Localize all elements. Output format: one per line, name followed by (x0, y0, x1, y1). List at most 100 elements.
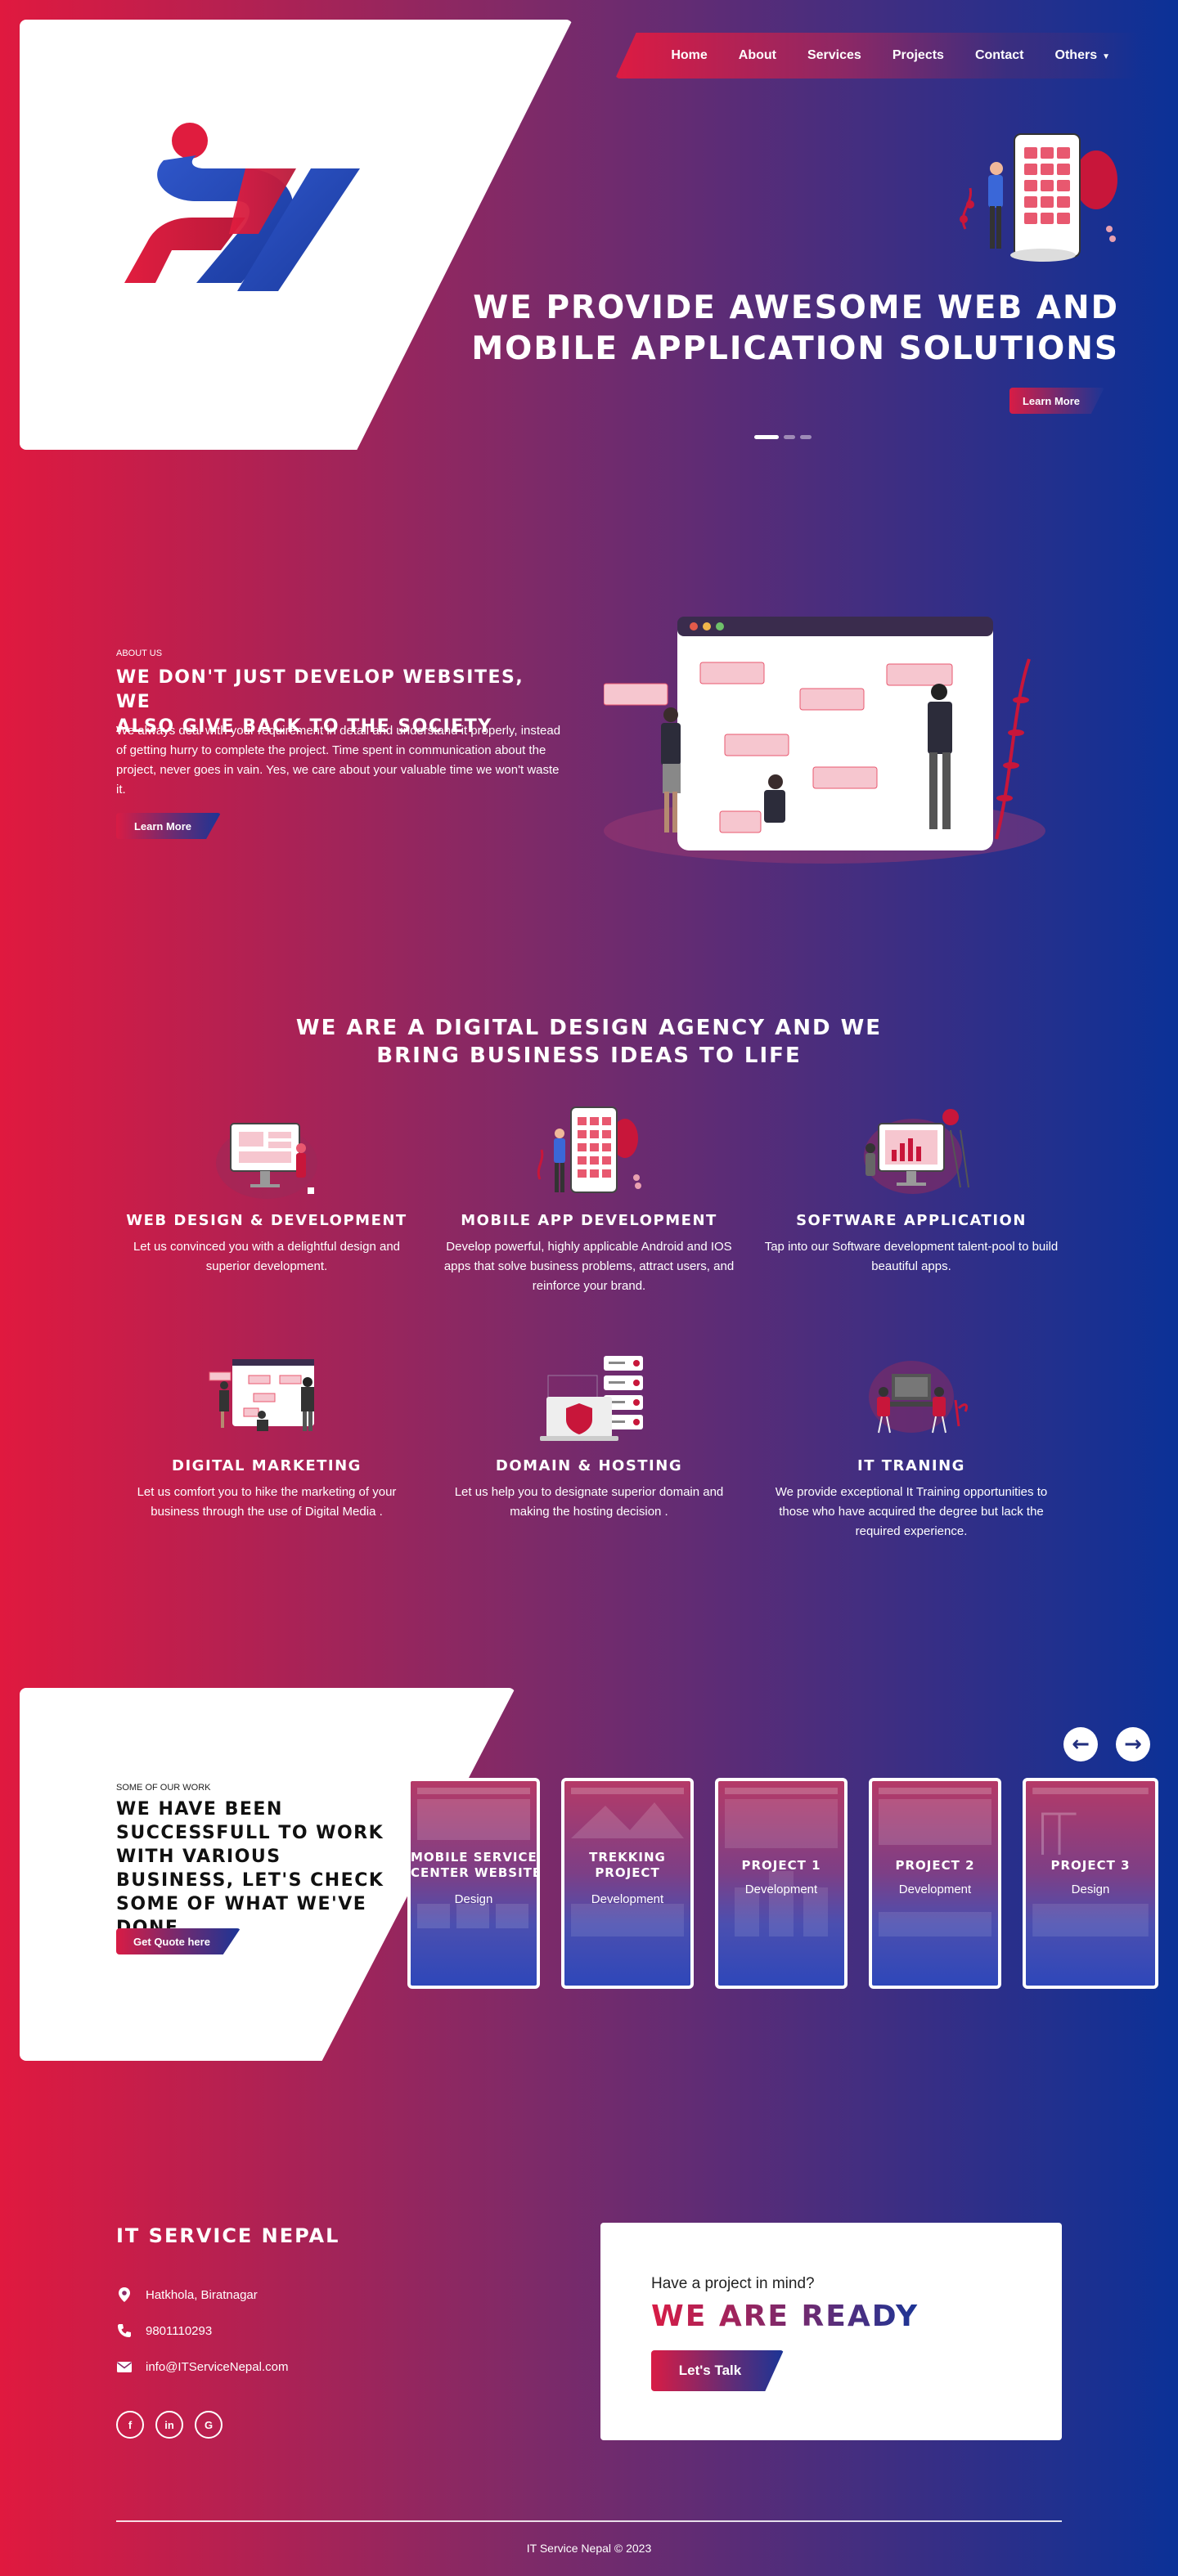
linkedin-icon[interactable]: in (155, 2411, 183, 2439)
marketing-illustration (209, 1359, 314, 1431)
footer-divider (116, 2520, 1062, 2522)
arrow-left-icon[interactable]: ← (1063, 1727, 1098, 1761)
nav-about[interactable]: About (723, 48, 792, 63)
project-title-line1: PROJECT 2 (895, 1858, 975, 1873)
hero-learn-more-button[interactable]: Learn More (1009, 388, 1104, 414)
project-card-trekking[interactable]: TREKKING PROJECT Development (561, 1778, 694, 1989)
project-card-mobile-service[interactable]: MOBILE SERVICE CENTER WEBSITE Design (407, 1778, 540, 1989)
company-logo[interactable] (115, 119, 368, 291)
project-title: TREKKING PROJECT (564, 1850, 690, 1881)
project-title-line1: MOBILE SERVICE (411, 1850, 537, 1865)
about-title-line1: WE DON'T JUST DEVELOP WEBSITES, WE (116, 667, 524, 712)
footer-company-name: IT SERVICE NEPAL (116, 2224, 340, 2247)
google-icon[interactable]: G (195, 2411, 223, 2439)
project-title: PROJECT 2 (872, 1858, 998, 1874)
footer-email-text: info@ITServiceNepal.com (146, 2359, 289, 2374)
about-learn-more-button[interactable]: Learn More (116, 813, 221, 839)
services-title-line1: WE ARE A DIGITAL DESIGN AGENCY AND WE (295, 1016, 883, 1040)
phone-icon (118, 2324, 131, 2337)
get-quote-button[interactable]: Get Quote here (116, 1928, 241, 1954)
service-it-training-title: IT TRANING (857, 1457, 965, 1474)
service-web-design-title: WEB DESIGN & DEVELOPMENT (126, 1212, 407, 1229)
project-title: PROJECT 1 (718, 1858, 844, 1874)
service-software-application-desc: Tap into our Software development talent… (764, 1240, 1059, 1273)
main-navigation: Home About Services Projects Contact Oth… (615, 33, 1139, 79)
work-eyebrow: SOME OF OUR WORK (116, 1783, 211, 1793)
nav-home[interactable]: Home (655, 48, 722, 63)
hero-carousel-indicators (754, 435, 812, 439)
service-domain-hosting-desc: Let us help you to designate superior do… (454, 1485, 724, 1519)
project-category: Development (744, 1883, 818, 1896)
service-domain-hosting-title: DOMAIN & HOSTING (495, 1457, 683, 1474)
footer-address-text: Hatkhola, Biratnagar (146, 2287, 258, 2302)
project-title: MOBILE SERVICE CENTER WEBSITE (411, 1850, 537, 1881)
service-it-training: IT TRANING We provide exceptional It Tra… (756, 1351, 1067, 1542)
project-category: Design (1071, 1883, 1110, 1896)
mobile-illustration (537, 1106, 641, 1193)
project-card-3[interactable]: PROJECT 3 Design (1023, 1778, 1158, 1989)
services-title-line2: BRING BUSINESS IDEAS TO LIFE (376, 1043, 802, 1068)
nav-others-label: Others (1054, 48, 1098, 62)
social-links: f in G (116, 2411, 223, 2439)
facebook-icon[interactable]: f (116, 2411, 144, 2439)
project-title-line1: PROJECT 1 (741, 1858, 821, 1873)
software-illustration (864, 1109, 969, 1194)
cta-card: Have a project in mind? WE ARE READY Let… (600, 2223, 1062, 2440)
service-software-application-title: SOFTWARE APPLICATION (796, 1212, 1027, 1229)
project-card-2[interactable]: PROJECT 2 Development (869, 1778, 1001, 1989)
service-digital-marketing: DIGITAL MARKETING Let us comfort you to … (111, 1351, 422, 1522)
project-screenshot (417, 1788, 530, 1928)
project-screenshot (571, 1788, 684, 1936)
project-title-line2: CENTER WEBSITE (411, 1865, 537, 1880)
footer-email[interactable]: info@ITServiceNepal.com (116, 2358, 288, 2375)
mobile-app-illustration (960, 133, 1117, 262)
footer-phone-text: 9801110293 (146, 2323, 213, 2338)
nav-others-dropdown[interactable]: Others ▼ (1040, 48, 1126, 63)
project-category: Design (454, 1892, 493, 1906)
monitor-illustration (216, 1123, 317, 1199)
service-domain-hosting: DOMAIN & HOSTING Let us help you to desi… (434, 1351, 744, 1522)
hosting-illustration (540, 1356, 643, 1441)
project-category: Development (898, 1883, 972, 1896)
lets-talk-button[interactable]: Let's Talk (651, 2350, 784, 2391)
carousel-indicator-2[interactable] (784, 435, 795, 439)
caret-down-icon: ▼ (1102, 52, 1110, 61)
nav-contact[interactable]: Contact (960, 48, 1040, 63)
hero-title-line2: MOBILE APPLICATION SOLUTIONS (471, 330, 1119, 367)
footer-phone[interactable]: 9801110293 (116, 2322, 212, 2339)
about-description: We always deal with your requirement in … (116, 724, 561, 797)
project-category: Development (591, 1892, 664, 1906)
location-pin-icon (119, 2287, 130, 2302)
nav-projects[interactable]: Projects (877, 48, 960, 63)
project-title-line1: PROJECT 3 (1050, 1858, 1131, 1873)
hero-title-line1: WE PROVIDE AWESOME WEB AND (473, 289, 1119, 326)
hero-title: WE PROVIDE AWESOME WEB AND MOBILE APPLIC… (458, 288, 1119, 370)
training-illustration (869, 1361, 969, 1434)
project-title-line2: PROJECT (595, 1865, 660, 1880)
copyright: IT Service Nepal © 2023 (526, 2542, 652, 2555)
service-mobile-app: MOBILE APP DEVELOPMENT Develop powerful,… (434, 1106, 744, 1296)
cta-title: WE ARE READY (651, 2300, 919, 2333)
project-card-1[interactable]: PROJECT 1 Development (715, 1778, 848, 1989)
service-web-design: WEB DESIGN & DEVELOPMENT Let us convince… (111, 1106, 422, 1277)
service-mobile-app-desc: Develop powerful, highly applicable Andr… (443, 1240, 735, 1293)
project-title-line1: TREKKING (589, 1850, 666, 1865)
service-web-design-desc: Let us convinced you with a delightful d… (133, 1240, 401, 1273)
services-title: WE ARE A DIGITAL DESIGN AGENCY AND WE BR… (262, 1014, 916, 1070)
cta-question: Have a project in mind? (651, 2275, 815, 2292)
nav-services[interactable]: Services (792, 48, 877, 63)
arrow-right-icon[interactable]: → (1116, 1727, 1150, 1761)
work-title: WE HAVE BEEN SUCCESSFULL TO WORK WITH VA… (116, 1799, 384, 1938)
about-eyebrow: ABOUT US (116, 648, 163, 658)
service-digital-marketing-title: DIGITAL MARKETING (172, 1457, 362, 1474)
service-software-application: SOFTWARE APPLICATION Tap into our Softwa… (756, 1106, 1067, 1277)
service-digital-marketing-desc: Let us comfort you to hike the marketing… (137, 1485, 397, 1519)
service-mobile-app-title: MOBILE APP DEVELOPMENT (461, 1212, 717, 1229)
envelope-icon (117, 2362, 132, 2372)
carousel-indicator-3[interactable] (800, 435, 812, 439)
service-it-training-desc: We provide exceptional It Training oppor… (775, 1485, 1048, 1538)
team-collaboration-illustration (604, 617, 1045, 864)
carousel-indicator-1[interactable] (754, 435, 779, 439)
project-title: PROJECT 3 (1026, 1858, 1155, 1874)
footer-address: Hatkhola, Biratnagar (116, 2287, 258, 2303)
